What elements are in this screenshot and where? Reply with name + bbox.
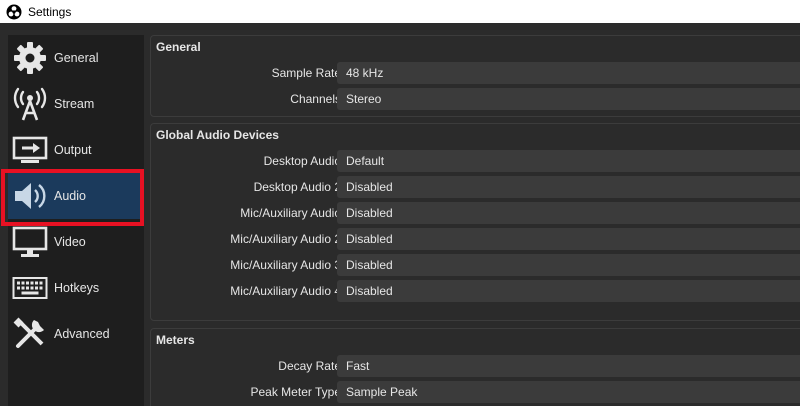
sidebar-item-audio[interactable]: Audio xyxy=(8,173,144,219)
sidebar-item-stream[interactable]: Stream xyxy=(8,81,144,127)
mic-aux-audio-row: Mic/Auxiliary Audio Disabled xyxy=(151,202,800,224)
sidebar-item-label: Output xyxy=(54,143,92,157)
decay-rate-row: Decay Rate Fast xyxy=(151,355,800,377)
sidebar-item-label: Hotkeys xyxy=(54,281,100,295)
meters-group: Meters Decay Rate Fast Peak Meter Type S… xyxy=(150,328,800,406)
sidebar-item-label: Video xyxy=(54,235,86,249)
mic-aux-audio-2-row: Mic/Auxiliary Audio 2 Disabled xyxy=(151,228,800,250)
mic-aux-audio-select[interactable]: Disabled xyxy=(337,202,800,224)
peak-meter-type-row: Peak Meter Type Sample Peak xyxy=(151,381,800,403)
group-title: Global Audio Devices xyxy=(156,128,279,142)
mic-aux-audio-4-row: Mic/Auxiliary Audio 4 Disabled xyxy=(151,280,800,302)
mic-aux-audio-4-select[interactable]: Disabled xyxy=(337,280,800,302)
decay-rate-select[interactable]: Fast xyxy=(337,355,800,377)
desktop-audio-2-row: Desktop Audio 2 Disabled xyxy=(151,176,800,198)
sample-rate-row: Sample Rate 48 kHz xyxy=(151,62,800,84)
group-title: General xyxy=(156,40,201,54)
sidebar-item-video[interactable]: Video xyxy=(8,219,144,265)
sidebar-item-label: Stream xyxy=(54,97,95,111)
mic-aux-audio-3-select[interactable]: Disabled xyxy=(337,254,800,276)
mic-aux-audio-4-label: Mic/Auxiliary Audio 4 xyxy=(230,284,341,298)
sidebar-item-label: General xyxy=(54,51,99,65)
desktop-audio-label: Desktop Audio xyxy=(263,154,341,168)
mic-aux-audio-3-row: Mic/Auxiliary Audio 3 Disabled xyxy=(151,254,800,276)
sample-rate-select[interactable]: 48 kHz xyxy=(337,62,800,84)
audio-settings-panel: General Sample Rate 48 kHz Channels Ster… xyxy=(150,35,800,406)
sidebar-item-label: Audio xyxy=(54,189,86,203)
sidebar-item-output[interactable]: Output xyxy=(8,127,144,173)
peak-meter-type-label: Peak Meter Type xyxy=(250,385,342,399)
sidebar-item-label: Advanced xyxy=(54,327,110,341)
mic-aux-audio-label: Mic/Auxiliary Audio xyxy=(240,206,341,220)
title-bar: Settings xyxy=(0,0,800,23)
desktop-audio-select[interactable]: Default xyxy=(337,150,800,172)
channels-row: Channels Stereo xyxy=(151,88,800,110)
mic-aux-audio-2-select[interactable]: Disabled xyxy=(337,228,800,250)
sidebar: General Stream Output Audio Video Hotkey… xyxy=(8,35,144,406)
desktop-audio-2-select[interactable]: Disabled xyxy=(337,176,800,198)
output-icon xyxy=(10,130,50,170)
decay-rate-label: Decay Rate xyxy=(278,359,341,373)
sidebar-item-general[interactable]: General xyxy=(8,35,144,81)
sidebar-item-advanced[interactable]: Advanced xyxy=(8,311,144,357)
mic-aux-audio-2-label: Mic/Auxiliary Audio 2 xyxy=(230,232,341,246)
antenna-icon xyxy=(10,84,50,124)
general-group: General Sample Rate 48 kHz Channels Ster… xyxy=(150,35,800,117)
keyboard-icon xyxy=(10,268,50,308)
obs-logo-icon xyxy=(6,4,22,19)
settings-window: General Stream Output Audio Video Hotkey… xyxy=(0,23,800,406)
sidebar-item-hotkeys[interactable]: Hotkeys xyxy=(8,265,144,311)
global-audio-devices-group: Global Audio Devices Desktop Audio Defau… xyxy=(150,123,800,321)
sample-rate-label: Sample Rate xyxy=(271,66,341,80)
monitor-icon xyxy=(10,222,50,262)
desktop-audio-2-label: Desktop Audio 2 xyxy=(253,180,341,194)
mic-aux-audio-3-label: Mic/Auxiliary Audio 3 xyxy=(230,258,341,272)
channels-label: Channels xyxy=(290,92,341,106)
gear-icon xyxy=(10,38,50,78)
speaker-icon xyxy=(10,176,50,216)
group-title: Meters xyxy=(156,333,195,347)
peak-meter-type-select[interactable]: Sample Peak xyxy=(337,381,800,403)
tools-icon xyxy=(10,314,50,354)
channels-select[interactable]: Stereo xyxy=(337,88,800,110)
window-title: Settings xyxy=(28,4,72,19)
desktop-audio-row: Desktop Audio Default xyxy=(151,150,800,172)
